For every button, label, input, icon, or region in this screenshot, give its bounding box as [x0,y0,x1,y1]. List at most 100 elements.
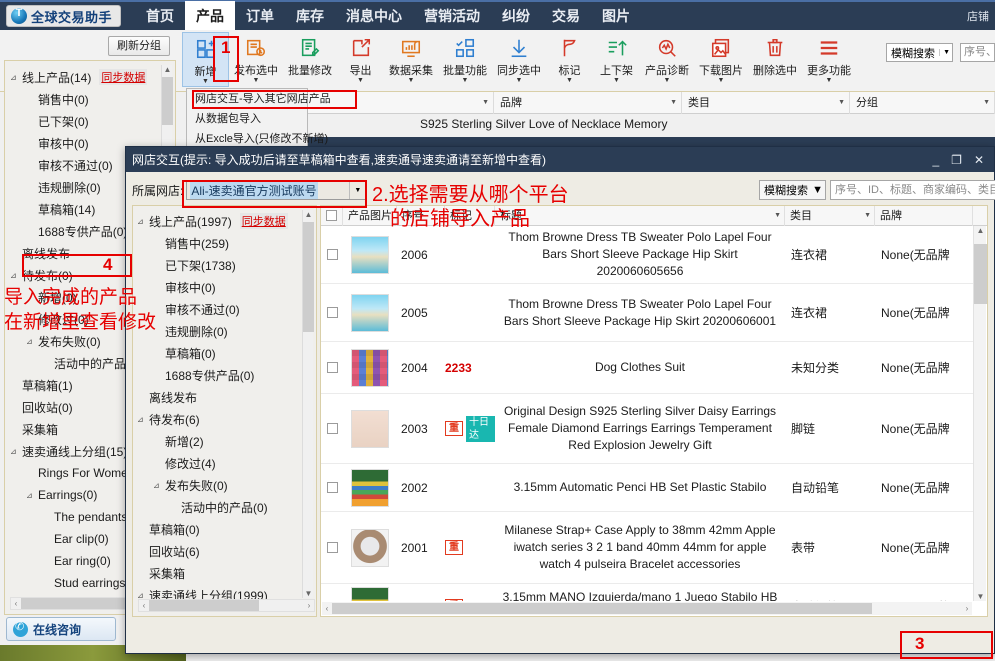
row-checkbox-cell[interactable] [321,482,343,493]
refresh-group-button[interactable]: 刷新分组 [108,36,170,56]
scroll-thumb[interactable] [21,598,139,609]
tool-trash[interactable]: 删除选中 [748,32,802,78]
scroll-left-arrow-icon[interactable]: ‹ [139,601,149,610]
tool-sync-down[interactable]: 同步选中 ▼ [492,32,546,85]
expand-arrow-icon[interactable]: ⊿ [10,447,22,456]
ribbon-search-mode-select[interactable]: 模糊搜索 ▼ [886,43,953,62]
filter-chevron-icon[interactable]: ▼ [983,92,990,114]
tree-node[interactable]: 新增(2) [137,430,309,452]
table-row[interactable]: 2005 Thom Browne Dress TB Sweater Polo La… [321,284,973,342]
grid-column-header-0[interactable] [321,205,343,226]
scroll-thumb[interactable] [332,603,872,614]
online-chat-button[interactable]: 在线咨询 [6,617,116,641]
dialog-grid-rows[interactable]: 2006 Thom Browne Dress TB Sweater Polo La… [321,226,973,601]
chevron-down-icon[interactable]: ▼ [516,77,523,85]
expand-arrow-icon[interactable]: ⊿ [10,73,22,82]
row-checkbox[interactable] [326,482,338,493]
table-row[interactable]: 2003 重十日达 Original Design S925 Sterling Si… [321,394,973,464]
scroll-thumb[interactable] [162,77,173,125]
scroll-down-arrow-icon[interactable]: ▼ [976,592,985,601]
expand-arrow-icon[interactable]: ⊿ [10,271,22,280]
ribbon-search-input[interactable]: 序号、I [960,43,995,62]
tree-node[interactable]: 1688专供产品(0) [137,364,309,386]
bg-column-header-4[interactable]: 分组 ▼ [850,91,995,114]
scroll-right-arrow-icon[interactable]: › [304,601,314,610]
tree-node[interactable]: 审核中(0) [137,276,309,298]
scroll-down-arrow-icon[interactable]: ▼ [304,589,313,598]
row-checkbox-cell[interactable] [321,542,343,553]
chevron-down-icon[interactable]: ▼ [613,77,620,85]
row-checkbox-cell[interactable] [321,307,343,318]
menu-item-0[interactable]: 网店交互-导入其它网店产品 [187,89,331,109]
row-checkbox-cell[interactable] [321,600,343,601]
chevron-down-icon[interactable]: ▼ [826,77,833,85]
bg-column-header-2[interactable]: 品牌 ▼ [494,91,682,114]
row-checkbox[interactable] [326,600,338,601]
add-product-dropdown-menu[interactable]: 网店交互-导入其它网店产品 从数据包导入 从Excle导入(只修改不新增) [186,88,331,150]
row-checkbox[interactable] [326,542,338,553]
tool-diagnose[interactable]: 产品诊断 ▼ [640,32,694,85]
grid-column-header-1[interactable]: 产品图片 [343,205,397,226]
expand-arrow-icon[interactable]: ⊿ [137,217,149,226]
row-checkbox-cell[interactable] [321,362,343,373]
nav-item-0[interactable]: 首页 [135,1,185,31]
tool-batch-edit[interactable]: 批量修改 [283,32,337,78]
row-checkbox-cell[interactable] [321,423,343,434]
chevron-down-icon[interactable]: ▼ [202,78,209,86]
filter-chevron-icon[interactable]: ▼ [864,206,871,226]
dialog-group-tree[interactable]: ⊿ 线上产品(1997) 同步数据 销售中(259) 已下架(1738) 审核中(0) 审核… [137,210,309,600]
nav-item-3[interactable]: 库存 [285,1,335,31]
scroll-thumb[interactable] [149,600,259,611]
grid-vertical-scrollbar[interactable]: ▲ ▼ [973,226,987,601]
expand-arrow-icon[interactable]: ⊿ [153,481,165,490]
select-all-checkbox[interactable] [326,209,337,221]
bg-column-header-3[interactable]: 类目 ▼ [682,91,850,114]
tool-more-menu[interactable]: 更多功能 ▼ [802,32,856,85]
table-row[interactable]: 2006 Thom Browne Dress TB Sweater Polo La… [321,226,973,284]
row-checkbox[interactable] [326,249,338,260]
tree-node[interactable]: 草稿箱(0) [137,518,309,540]
nav-item-5[interactable]: 营销活动 [413,1,491,31]
expand-arrow-icon[interactable]: ⊿ [26,491,38,500]
expand-arrow-icon[interactable]: ⊿ [137,415,149,424]
tool-data-collect[interactable]: 数据采集 ▼ [384,32,438,85]
row-checkbox[interactable] [326,362,338,373]
row-checkbox-cell[interactable] [321,249,343,260]
grid-column-header-5[interactable]: 类目 ▼ [785,205,875,226]
grid-column-header-4[interactable]: 标题 ▼ [495,205,785,226]
tool-publish[interactable]: 发布选中 ▼ [229,32,283,85]
chevron-down-icon[interactable]: ▼ [408,77,415,85]
tree-node[interactable]: 离线发布 [137,386,309,408]
row-checkbox[interactable] [326,307,338,318]
scroll-right-arrow-icon[interactable]: › [962,604,972,613]
tree-node[interactable]: 销售中(259) [137,232,309,254]
tree-node[interactable]: 采集箱 [137,562,309,584]
table-row[interactable]: 2002 3.15mm Automatic Penci HB Set Plasti… [321,464,973,512]
tree-node[interactable]: 草稿箱(0) [137,342,309,364]
table-row[interactable]: 2004 2233 Dog Clothes Suit 未知分类 None(无品牌 [321,342,973,394]
grid-column-header-6[interactable]: 品牌 [875,205,973,226]
sync-data-link[interactable]: 同步数据 [239,213,288,229]
dialog-tree-vertical-scrollbar[interactable]: ▲ ▼ [302,210,314,598]
scroll-thumb[interactable] [974,244,987,304]
dialog-search-mode-select[interactable]: 模糊搜索 ▼ [759,180,826,200]
maximize-icon[interactable]: ❐ [951,154,962,166]
nav-item-4[interactable]: 消息中心 [335,1,413,31]
dialog-tree-horizontal-scrollbar[interactable]: ‹ › [138,599,315,612]
table-row[interactable]: 2001 重 Milanese Strap+ Case Apply to 38mm … [321,512,973,584]
scroll-up-arrow-icon[interactable]: ▲ [163,65,172,74]
filter-chevron-icon[interactable]: ▼ [670,92,677,114]
scroll-thumb[interactable] [303,222,314,332]
minimize-icon[interactable]: _ [932,154,939,166]
filter-chevron-icon[interactable]: ▼ [838,92,845,114]
nav-item-7[interactable]: 交易 [541,1,591,31]
tree-node[interactable]: 已下架(1738) [137,254,309,276]
scroll-up-arrow-icon[interactable]: ▲ [304,210,313,219]
chevron-down-icon[interactable]: ▼ [664,77,671,85]
filter-chevron-icon[interactable]: ▼ [774,206,781,226]
tree-node[interactable]: 回收站(6) [137,540,309,562]
chevron-down-icon[interactable]: ▼ [462,77,469,85]
sync-data-link[interactable]: 同步数据 [99,69,148,85]
tool-download-image[interactable]: 下载图片 ▼ [694,32,748,85]
tree-node[interactable]: 违规删除(0) [137,320,309,342]
